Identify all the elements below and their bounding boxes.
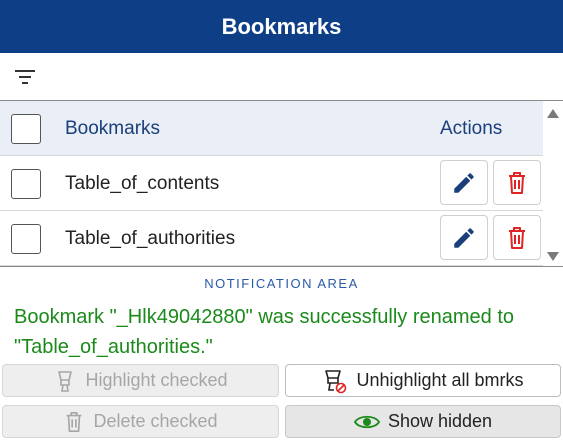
unhighlight-all-label: Unhighlight all bmrks (356, 370, 524, 390)
delete-button[interactable] (493, 160, 541, 205)
page-title: Bookmarks (221, 13, 342, 39)
notification-area-label: NOTIFICATION AREA (204, 276, 359, 291)
row-checkbox[interactable] (11, 224, 41, 254)
bookmark-name: Table_of_contents (65, 173, 220, 194)
highlight-checked-label: Highlight checked (85, 370, 228, 390)
edit-button[interactable] (440, 160, 488, 205)
column-header-bookmarks: Bookmarks (65, 118, 161, 139)
highlight-checked-button[interactable]: Highlight checked (2, 364, 279, 397)
trash-icon (509, 226, 525, 249)
show-hidden-button[interactable]: Show hidden (285, 405, 561, 438)
delete-button[interactable] (493, 215, 541, 260)
filter-icon[interactable] (12, 65, 38, 89)
row-checkbox[interactable] (11, 169, 41, 199)
pencil-icon (454, 227, 474, 248)
notification-message: Bookmark "_Hlk49042880" was successfully… (14, 306, 514, 358)
delete-checked-button[interactable]: Delete checked (2, 405, 279, 438)
unhighlight-all-button[interactable]: Unhighlight all bmrks (285, 364, 561, 397)
trash-icon (509, 171, 525, 194)
unhighlight-icon (325, 369, 347, 393)
trash-icon (67, 411, 82, 432)
vertical-scrollbar[interactable] (543, 101, 563, 266)
column-header-actions: Actions (440, 118, 503, 139)
eye-icon (353, 415, 380, 428)
bookmark-name: Table_of_authorities (65, 228, 236, 249)
table-row: Table_of_contents (0, 156, 543, 211)
scroll-down-arrow-icon[interactable] (546, 250, 560, 262)
delete-checked-label: Delete checked (93, 411, 218, 431)
pencil-icon (454, 172, 474, 193)
highlighter-icon (58, 370, 73, 392)
scroll-up-arrow-icon[interactable] (546, 106, 560, 118)
table-row: Table_of_authorities (0, 211, 543, 266)
header-bar: Bookmarks (0, 0, 563, 53)
edit-button[interactable] (440, 215, 488, 260)
select-all-checkbox[interactable] (11, 114, 41, 144)
show-hidden-label: Show hidden (387, 411, 493, 431)
toolbar (0, 53, 563, 101)
bookmark-list: Bookmarks Actions Table_of_contents Tabl… (0, 101, 563, 267)
table-header: Bookmarks Actions (0, 101, 543, 156)
